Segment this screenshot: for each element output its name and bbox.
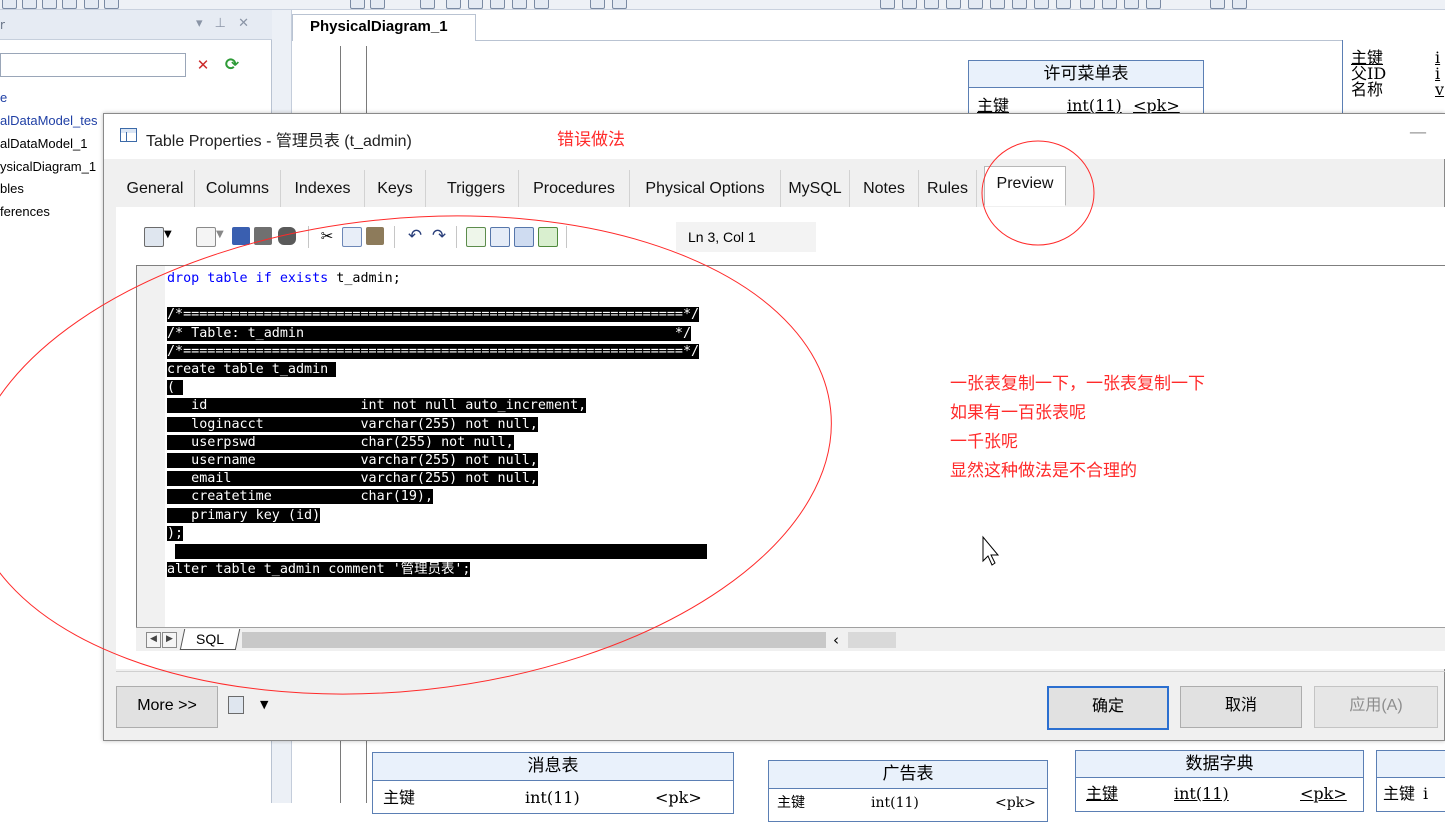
preview-highlight-circle [981,140,1095,246]
annotation-overlay [0,140,1095,695]
code-highlight-ellipse [0,215,832,695]
mouse-cursor-icon [982,535,1000,566]
